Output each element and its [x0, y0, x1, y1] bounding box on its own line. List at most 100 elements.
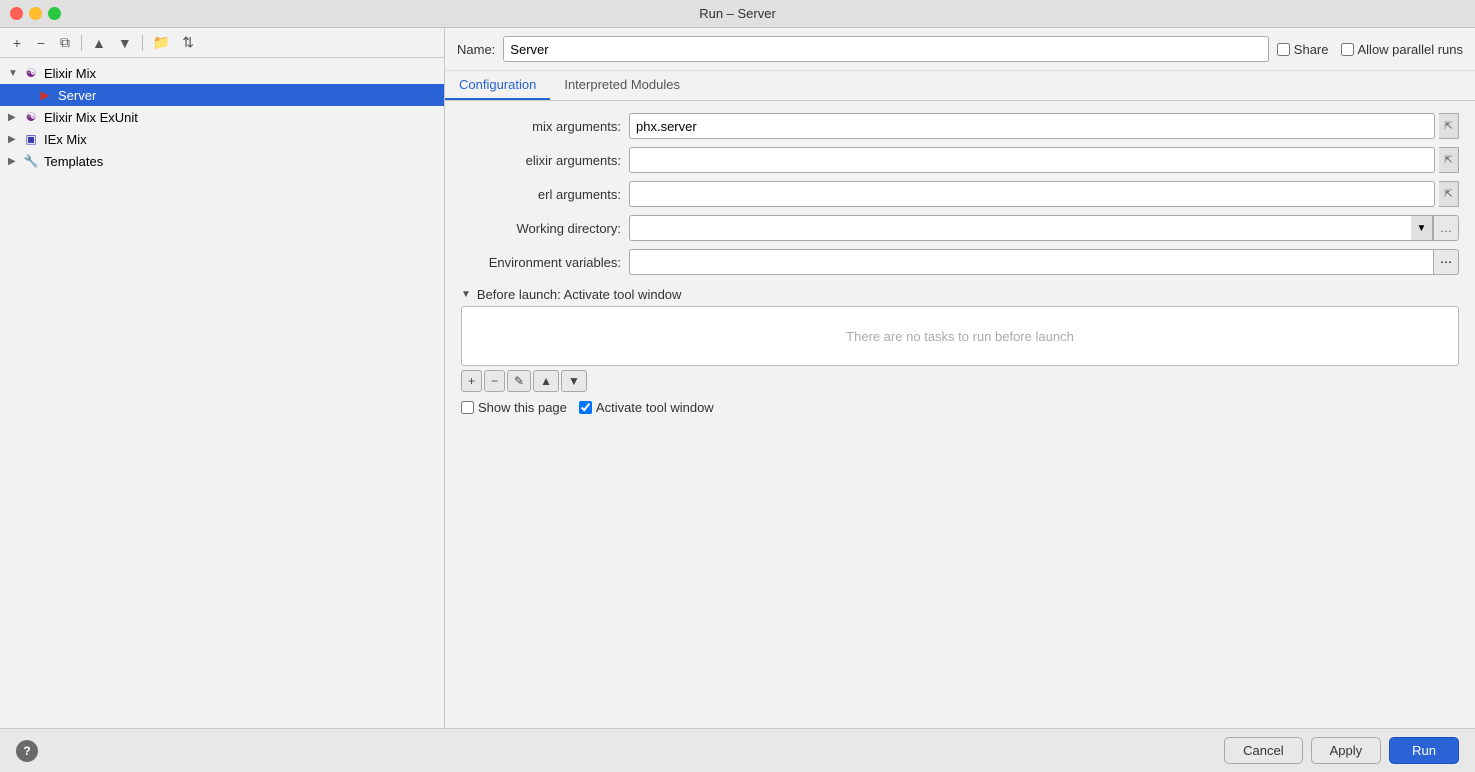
tree-item-elixir-mix-exunit[interactable]: ▶ ☯ Elixir Mix ExUnit	[0, 106, 444, 128]
templates-wrench-icon: 🔧	[22, 153, 40, 169]
header-right: Share Allow parallel runs	[1277, 42, 1463, 57]
tabs-bar: Configuration Interpreted Modules	[445, 71, 1475, 101]
add-configuration-button[interactable]: +	[6, 32, 28, 54]
activate-tool-label[interactable]: Activate tool window	[579, 400, 714, 415]
toolbar-separator	[81, 35, 82, 51]
mix-arguments-wrap: ⇱	[629, 113, 1459, 139]
before-launch-remove-button[interactable]: −	[484, 370, 505, 392]
arrow-expanded-icon: ▼	[8, 68, 22, 79]
cancel-button[interactable]: Cancel	[1224, 737, 1302, 764]
maximize-button[interactable]	[48, 7, 61, 20]
elixir-arguments-wrap: ⇱	[629, 147, 1459, 173]
elixir-mix-icon: ☯	[22, 65, 40, 81]
folder-icon: 📁	[153, 34, 170, 51]
elixir-arguments-input[interactable]	[629, 147, 1435, 173]
minimize-button[interactable]	[29, 7, 42, 20]
folder-button[interactable]: 📁	[148, 32, 175, 54]
show-page-text: Show this page	[478, 400, 567, 415]
environment-variables-row: Environment variables: ⋯	[461, 249, 1459, 275]
tree-item-iex-mix[interactable]: ▶ ▣ IEx Mix	[0, 128, 444, 150]
erl-arguments-wrap: ⇱	[629, 181, 1459, 207]
toolbar-separator-2	[142, 35, 143, 51]
sort-up-button[interactable]: ▲	[87, 32, 111, 54]
erl-arguments-row: erl arguments: ⇱	[461, 181, 1459, 207]
elixir-arguments-label: elixir arguments:	[461, 153, 621, 168]
erl-arguments-input[interactable]	[629, 181, 1435, 207]
server-run-icon: ▶	[36, 87, 54, 103]
arrow-collapsed-exunit-icon: ▶	[8, 112, 22, 123]
mix-arguments-row: mix arguments: ⇱	[461, 113, 1459, 139]
close-button[interactable]	[10, 7, 23, 20]
config-content: mix arguments: ⇱ elixir arguments: ⇱ erl…	[445, 101, 1475, 728]
before-launch-section: ▼ Before launch: Activate tool window Th…	[461, 283, 1459, 419]
allow-parallel-label[interactable]: Allow parallel runs	[1341, 42, 1464, 57]
share-text: Share	[1294, 42, 1329, 57]
before-launch-arrow-icon: ▼	[461, 289, 471, 300]
environment-variables-browse-button[interactable]: ⋯	[1433, 249, 1459, 275]
mix-arguments-input[interactable]	[629, 113, 1435, 139]
tree-item-templates[interactable]: ▶ 🔧 Templates	[0, 150, 444, 172]
share-checkbox[interactable]	[1277, 43, 1290, 56]
show-page-label[interactable]: Show this page	[461, 400, 567, 415]
tree-item-elixir-mix-label: Elixir Mix	[44, 66, 96, 81]
environment-variables-label: Environment variables:	[461, 255, 621, 270]
working-directory-dropdown-button[interactable]: ▼	[1411, 215, 1433, 241]
sort-down-button[interactable]: ▼	[113, 32, 137, 54]
before-launch-move-down-button[interactable]: ▼	[561, 370, 587, 392]
copy-configuration-button[interactable]: ⧉	[54, 32, 76, 54]
activate-tool-text: Activate tool window	[596, 400, 714, 415]
tree-item-iex-mix-label: IEx Mix	[44, 132, 87, 147]
allow-parallel-checkbox[interactable]	[1341, 43, 1354, 56]
before-launch-toolbar: + − ✎ ▲ ▼	[461, 366, 1459, 396]
run-button[interactable]: Run	[1389, 737, 1459, 764]
environment-variables-wrap: ⋯	[629, 249, 1459, 275]
before-launch-edit-button[interactable]: ✎	[507, 370, 531, 392]
show-page-checkbox[interactable]	[461, 401, 474, 414]
copy-icon: ⧉	[60, 34, 70, 51]
minus-icon: −	[37, 35, 45, 51]
mix-arguments-label: mix arguments:	[461, 119, 621, 134]
arrow-collapsed-templates-icon: ▶	[8, 156, 22, 167]
tab-configuration[interactable]: Configuration	[445, 71, 550, 100]
bottom-bar: ? Cancel Apply Run	[0, 728, 1475, 772]
help-button[interactable]: ?	[16, 740, 38, 762]
elixir-arguments-row: elixir arguments: ⇱	[461, 147, 1459, 173]
arrow-up-icon: ▲	[92, 35, 106, 51]
before-launch-header[interactable]: ▼ Before launch: Activate tool window	[461, 283, 1459, 306]
sort-button[interactable]: ⇅	[177, 32, 199, 54]
working-directory-input[interactable]	[629, 215, 1411, 241]
working-directory-label: Working directory:	[461, 221, 621, 236]
allow-parallel-text: Allow parallel runs	[1358, 42, 1464, 57]
window-title: Run – Server	[699, 6, 776, 21]
arrow-collapsed-iex-icon: ▶	[8, 134, 22, 145]
arrow-down-icon: ▼	[118, 35, 132, 51]
mix-arguments-expand-button[interactable]: ⇱	[1439, 113, 1459, 139]
erl-arguments-expand-button[interactable]: ⇱	[1439, 181, 1459, 207]
tree-item-elixir-mix[interactable]: ▼ ☯ Elixir Mix	[0, 62, 444, 84]
working-directory-wrap: ▼ …	[629, 215, 1459, 241]
apply-button[interactable]: Apply	[1311, 737, 1382, 764]
iex-mix-icon: ▣	[22, 131, 40, 147]
right-panel: Name: Share Allow parallel runs Configur…	[445, 28, 1475, 728]
tab-interpreted-modules[interactable]: Interpreted Modules	[550, 71, 694, 100]
before-launch-add-button[interactable]: +	[461, 370, 482, 392]
left-toolbar: + − ⧉ ▲ ▼ 📁 ⇅	[0, 28, 444, 58]
name-input[interactable]	[503, 36, 1269, 62]
elixir-exunit-icon: ☯	[22, 109, 40, 125]
tree-item-server[interactable]: ▶ Server	[0, 84, 444, 106]
tree-item-templates-label: Templates	[44, 154, 103, 169]
environment-variables-input[interactable]	[629, 249, 1433, 275]
before-launch-list: There are no tasks to run before launch	[461, 306, 1459, 366]
activate-tool-checkbox[interactable]	[579, 401, 592, 414]
bottom-right: Cancel Apply Run	[1224, 737, 1459, 764]
tree-item-server-label: Server	[58, 88, 96, 103]
plus-icon: +	[13, 35, 21, 51]
configuration-tree: ▼ ☯ Elixir Mix ▶ Server ▶ ☯ Elixir Mix E…	[0, 58, 444, 728]
share-label[interactable]: Share	[1277, 42, 1329, 57]
elixir-arguments-expand-button[interactable]: ⇱	[1439, 147, 1459, 173]
working-directory-row: Working directory: ▼ …	[461, 215, 1459, 241]
remove-configuration-button[interactable]: −	[30, 32, 52, 54]
working-directory-browse-button[interactable]: …	[1433, 215, 1459, 241]
name-bar: Name: Share Allow parallel runs	[445, 28, 1475, 71]
before-launch-move-up-button[interactable]: ▲	[533, 370, 559, 392]
